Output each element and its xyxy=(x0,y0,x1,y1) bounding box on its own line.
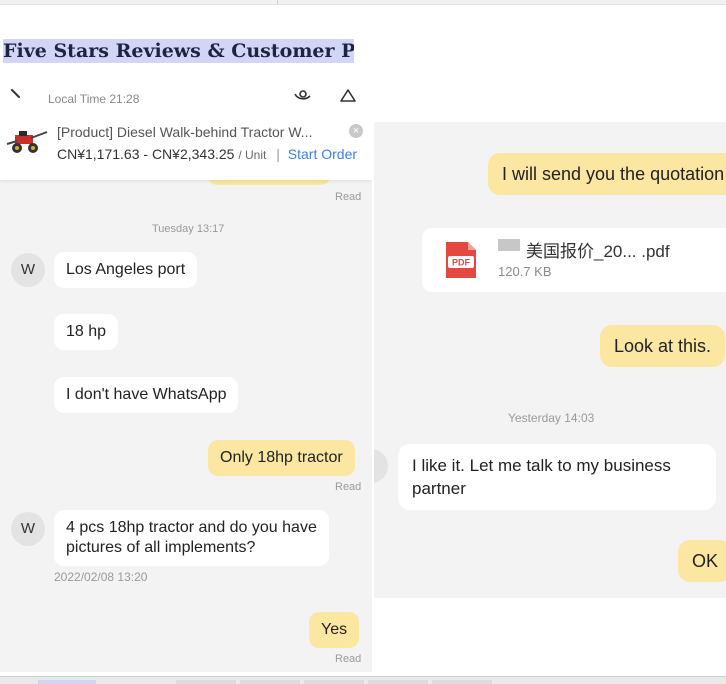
top-bar-divider xyxy=(277,0,278,4)
message-ok: OK xyxy=(678,540,726,582)
page-heading: Five Stars Reviews & Customer Paid xyxy=(3,39,354,63)
message-los-angeles-port: Los Angeles port xyxy=(54,252,198,288)
message-line: pictures of all implements? xyxy=(66,539,256,556)
message-like-it: I like it. Let me talk to my business pa… xyxy=(398,444,716,510)
product-title[interactable]: [Product] Diesel Walk-behind Tractor W..… xyxy=(57,124,339,140)
chat-header: Local Time 21:28 xyxy=(0,78,372,118)
message-18hp: 18 hp xyxy=(54,314,119,350)
price-separator: | xyxy=(276,146,280,162)
price-unit: / Unit xyxy=(238,148,267,162)
avatar xyxy=(374,449,388,483)
message-yes: Yes xyxy=(309,612,360,648)
read-receipt: Read xyxy=(335,191,362,203)
product-price: CN¥1,171.63 - CN¥2,343.25 xyxy=(57,146,235,162)
tractor-thumbnail-icon xyxy=(6,131,48,153)
product-price-row: CN¥1,171.63 - CN¥2,343.25 / Unit | Start… xyxy=(57,146,357,162)
toolbar-segment xyxy=(176,680,236,684)
toolbar-segment xyxy=(38,680,96,684)
file-name[interactable]: 美国报价_20... .pdf xyxy=(526,237,670,262)
product-card[interactable]: [Product] Diesel Walk-behind Tractor W..… xyxy=(0,118,372,180)
start-order-link[interactable]: Start Order xyxy=(288,146,357,162)
avatar: W xyxy=(11,512,45,546)
left-chat-screenshot: Local Time 21:28 [Product] Diesel Walk-b… xyxy=(0,78,372,672)
message-send-quotation: I will send you the quotation xyxy=(488,153,726,195)
pdf-file-icon: PDF xyxy=(446,242,476,278)
toolbar-segment xyxy=(432,680,492,684)
local-time: Local Time 21:28 xyxy=(48,92,140,106)
message-pictures-request: 4 pcs 18hp tractor and do you have pictu… xyxy=(54,510,329,566)
pdf-file-attachment[interactable]: PDF 美国报价_20... .pdf 120.7 KB xyxy=(422,228,726,292)
file-size: 120.7 KB xyxy=(498,264,552,279)
right-chat-screenshot: I will send you the quotation PDF 美国报价_2… xyxy=(374,122,726,598)
date-divider: Tuesday 13:17 xyxy=(152,223,225,235)
message-look-at-this: Look at this. xyxy=(600,325,726,367)
toolbar-segment xyxy=(304,680,364,684)
message-no-whatsapp: I don't have WhatsApp xyxy=(54,377,239,413)
toolbar-segment xyxy=(240,680,300,684)
message-only-18hp-tractor: Only 18hp tractor xyxy=(208,440,355,476)
read-receipt: Read xyxy=(335,481,362,493)
message-line: 4 pcs 18hp tractor and do you have xyxy=(66,519,317,536)
pdf-icon-label: PDF xyxy=(452,258,471,268)
browser-top-bar xyxy=(0,0,726,5)
redacted-text xyxy=(498,239,520,251)
read-receipt: Read xyxy=(335,653,362,665)
avatar: W xyxy=(11,253,45,287)
toolbar-segment xyxy=(368,680,428,684)
back-arrow-icon[interactable] xyxy=(10,88,22,100)
video-call-icon[interactable] xyxy=(292,86,314,104)
date-divider: Yesterday 14:03 xyxy=(508,411,595,425)
message-timestamp: 2022/02/08 13:20 xyxy=(54,570,148,584)
close-icon[interactable]: × xyxy=(349,124,363,138)
notification-bell-icon[interactable] xyxy=(338,86,358,104)
